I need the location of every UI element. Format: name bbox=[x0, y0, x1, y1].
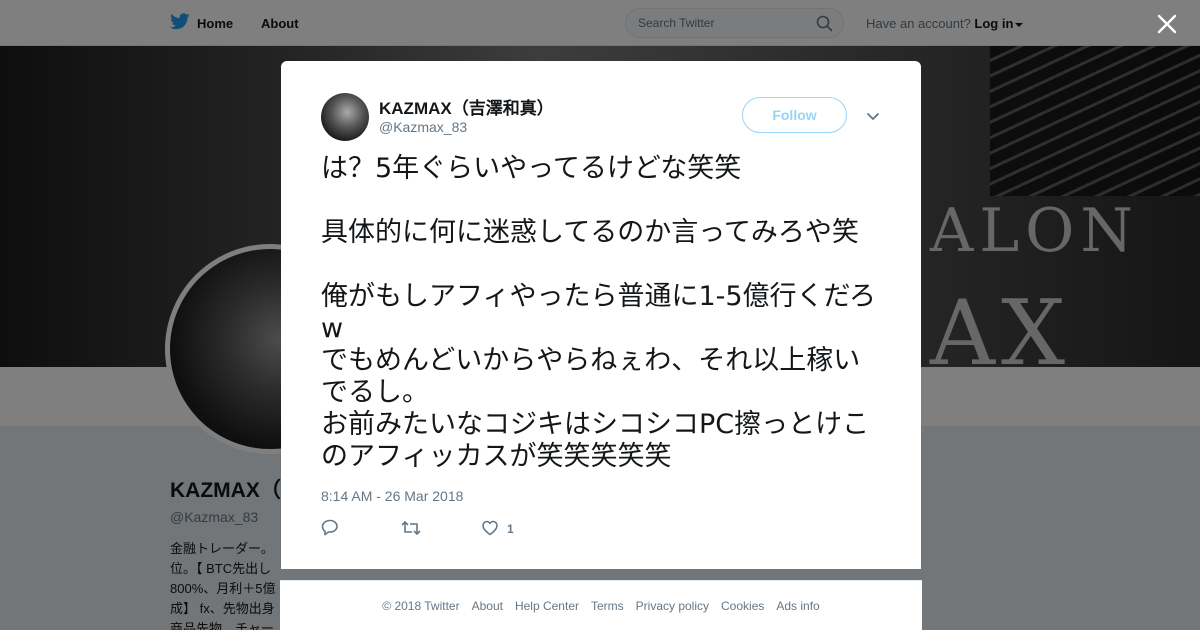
footer-link-privacy[interactable]: Privacy policy bbox=[636, 599, 709, 613]
author-avatar[interactable] bbox=[321, 93, 369, 141]
footer-link-terms[interactable]: Terms bbox=[591, 599, 624, 613]
footer-link-about[interactable]: About bbox=[472, 599, 503, 613]
tweet-line: 俺がもしアフィやったら普通に1-5億行くだろw bbox=[321, 281, 876, 344]
footer-link-help-center[interactable]: Help Center bbox=[515, 599, 579, 613]
author-handle[interactable]: @Kazmax_83 bbox=[379, 119, 467, 135]
reply-button[interactable] bbox=[321, 519, 401, 539]
tweet-actions: 1 bbox=[321, 519, 514, 539]
footer-link-ads-info[interactable]: Ads info bbox=[776, 599, 819, 613]
like-button[interactable]: 1 bbox=[481, 520, 514, 539]
tweet-line: お前みたいなコジキはシコシコPC擦っとけこのアフィッカスが笑笑笑笑笑 bbox=[321, 409, 870, 472]
follow-button[interactable]: Follow bbox=[742, 97, 847, 133]
like-count: 1 bbox=[507, 522, 514, 536]
modal-footer: © 2018 Twitter About Help Center Terms P… bbox=[280, 580, 922, 630]
footer-link-cookies[interactable]: Cookies bbox=[721, 599, 764, 613]
reply-icon bbox=[321, 519, 339, 539]
chevron-down-icon[interactable] bbox=[866, 109, 880, 127]
close-icon[interactable] bbox=[1155, 12, 1179, 36]
tweet-line: 具体的に何に迷惑してるのか言ってみろや笑 bbox=[321, 217, 859, 248]
retweet-button[interactable] bbox=[401, 520, 481, 539]
tweet-line: でもめんどいからやらねぇわ、それ以上稼いでるし。 bbox=[321, 345, 861, 408]
tweet-timestamp[interactable]: 8:14 AM - 26 Mar 2018 bbox=[321, 488, 463, 504]
author-name[interactable]: KAZMAX（吉澤和真） bbox=[379, 94, 554, 119]
heart-icon bbox=[481, 520, 499, 539]
retweet-icon bbox=[401, 520, 421, 539]
footer-copyright: © 2018 Twitter bbox=[382, 598, 460, 613]
tweet-text: は？5年ぐらいやってるけどな笑笑 具体的に何に迷惑してるのか言ってみろや笑 俺が… bbox=[321, 153, 886, 473]
tweet-line: は？5年ぐらいやってるけどな笑笑 bbox=[321, 153, 742, 184]
tweet-modal: KAZMAX（吉澤和真） @Kazmax_83 Follow は？5年ぐらいやっ… bbox=[281, 61, 921, 569]
